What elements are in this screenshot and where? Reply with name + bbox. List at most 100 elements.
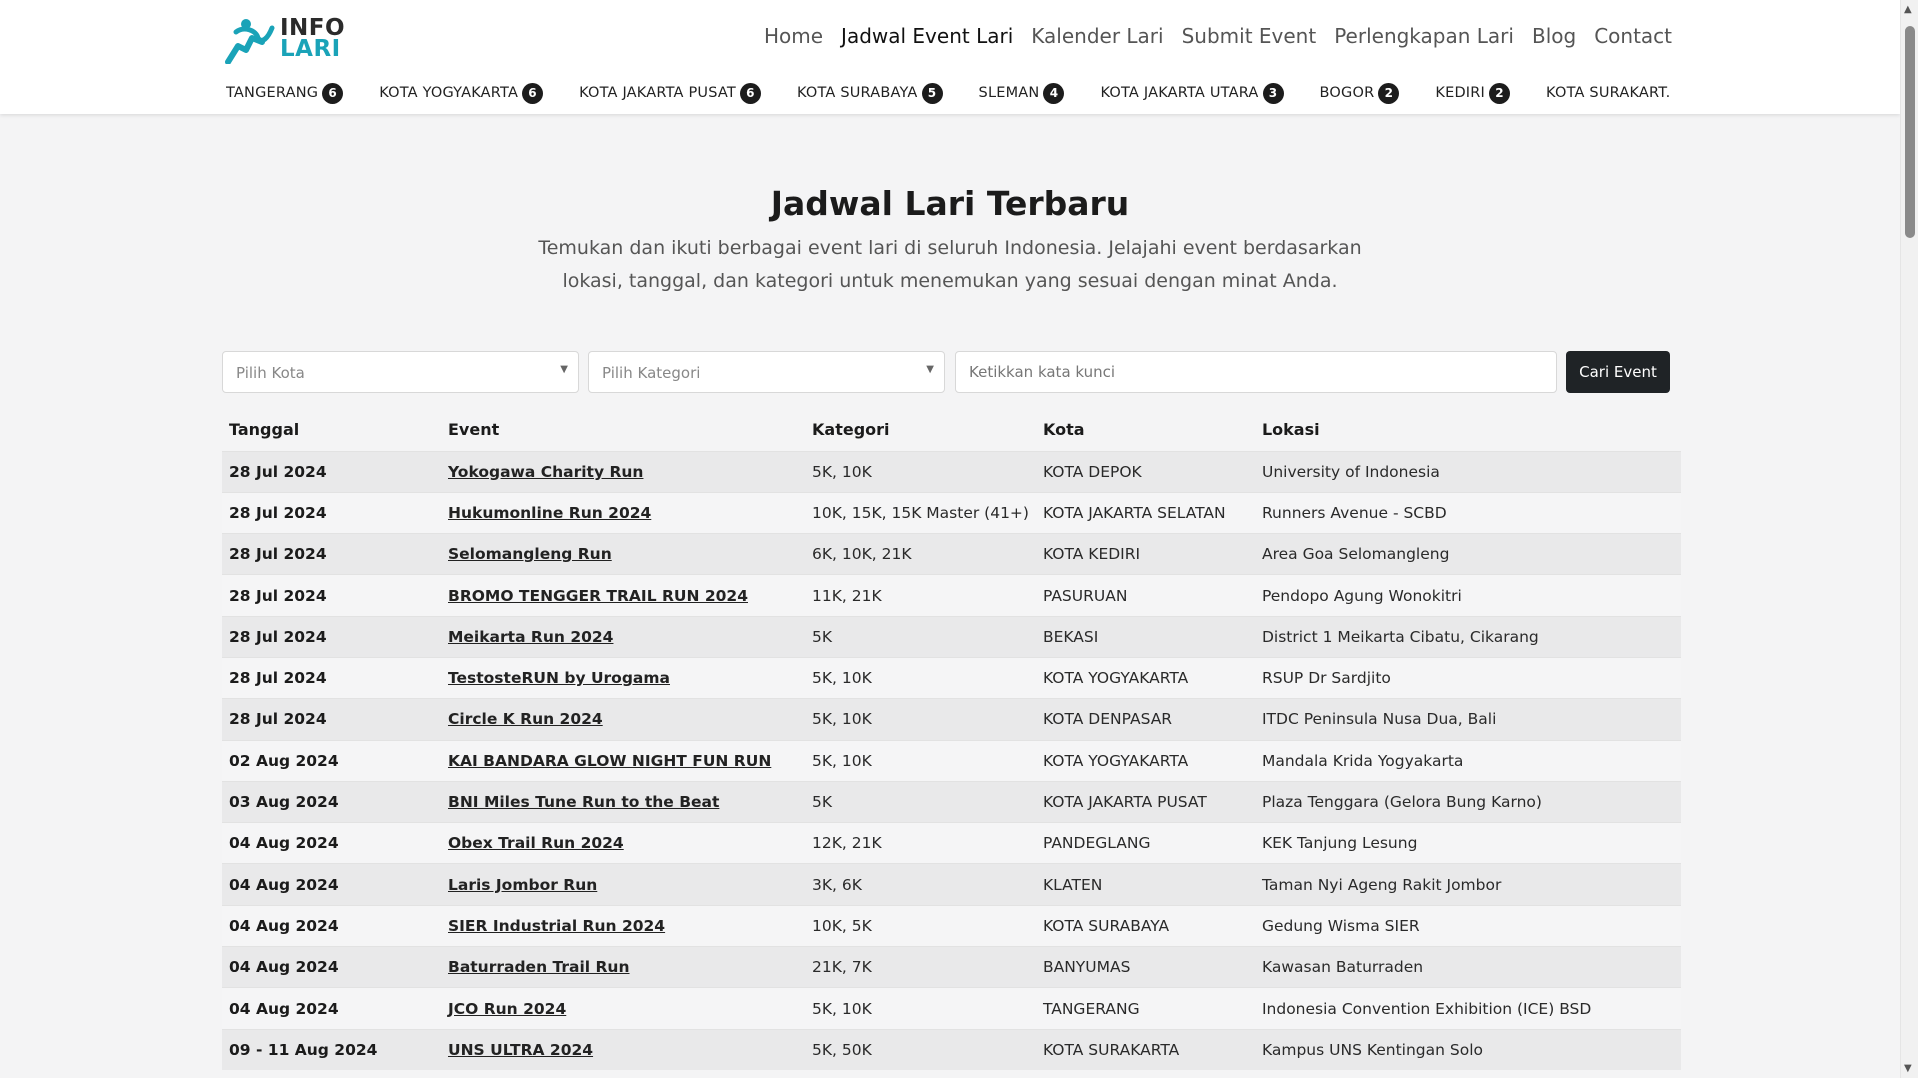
table-row: 04 Aug 2024 JCO Run 2024 5K, 10K TANGERANG I… — [222, 987, 1681, 1030]
event-link[interactable]: Obex Trail Run 2024 — [448, 834, 624, 852]
event-link[interactable]: Hukumonline Run 2024 — [448, 504, 651, 522]
city-link-tangerang[interactable]: TANGERANG 6 — [226, 80, 344, 106]
event-link[interactable]: SIER Industrial Run 2024 — [448, 917, 665, 935]
cell-kota: KOTA YOGYAKARTA — [1035, 739, 1255, 782]
cell-event: Meikarta Run 2024 — [441, 615, 805, 658]
cell-kategori: 10K, 5K — [805, 904, 1036, 947]
event-link[interactable]: Yokogawa Charity Run — [448, 463, 643, 481]
cell-kota: BANYUMAS — [1035, 946, 1255, 988]
scroll-up-arrow-icon[interactable]: ▲ — [1904, 4, 1912, 15]
event-link[interactable]: JCO Run 2024 — [448, 1000, 566, 1018]
event-link[interactable]: Circle K Run 2024 — [448, 710, 603, 728]
cell-kota: KOTA SURABAYA — [1035, 904, 1255, 947]
nav-blog[interactable]: Blog — [1532, 24, 1576, 48]
cell-event: Baturraden Trail Run — [441, 946, 805, 988]
column-header-lokasi[interactable]: Lokasi — [1255, 409, 1681, 451]
cell-tanggal: 28 Jul 2024 — [222, 450, 441, 493]
main-nav: Home Jadwal Event Lari Kalender Lari Sub… — [764, 24, 1672, 48]
column-header-tanggal[interactable]: Tanggal — [222, 409, 441, 451]
city-link-kota-surabaya[interactable]: KOTA SURABAYA 5 — [797, 80, 943, 106]
logo-line-2: LARI — [280, 36, 341, 62]
city-link-kediri[interactable]: KEDIRI 2 — [1435, 80, 1511, 106]
category-select[interactable]: Pilih Kategori ▼ — [588, 351, 945, 393]
nav-home[interactable]: Home — [764, 24, 823, 48]
scroll-down-arrow-icon[interactable]: ▼ — [1904, 1063, 1912, 1074]
cell-lokasi: Taman Nyi Ageng Rakit Jombor — [1254, 863, 1681, 906]
cell-tanggal: 04 Aug 2024 — [222, 946, 441, 988]
page-scrollbar[interactable]: ▲ ▼ — [1900, 0, 1918, 1078]
event-link[interactable]: TestosteRUN by Urogama — [448, 669, 670, 687]
nav-jadwal-event-lari[interactable]: Jadwal Event Lari — [841, 24, 1013, 48]
cell-lokasi: Kampus UNS Kentingan Solo — [1254, 1028, 1681, 1071]
event-link[interactable]: Baturraden Trail Run — [448, 958, 630, 976]
nav-submit-event[interactable]: Submit Event — [1182, 24, 1317, 48]
page-subtitle: Temukan dan ikuti berbagai event lari di… — [538, 237, 1362, 292]
city-name: KOTA JAKARTA UTARA — [1100, 85, 1259, 101]
city-count-badge: 4 — [1043, 82, 1065, 104]
cell-kota: BEKASI — [1035, 615, 1255, 658]
city-count-badge: 6 — [522, 82, 544, 104]
event-link[interactable]: Meikarta Run 2024 — [448, 628, 613, 646]
cell-tanggal: 28 Jul 2024 — [222, 656, 441, 699]
column-header-kota[interactable]: Kota — [1036, 409, 1255, 451]
city-link-kota-jakarta-pusat[interactable]: KOTA JAKARTA PUSAT 6 — [579, 80, 761, 106]
column-header-event[interactable]: Event — [441, 409, 805, 451]
table-row: 03 Aug 2024 BNI Miles Tune Run to the Bea… — [222, 780, 1681, 823]
cell-kota: TANGERANG — [1035, 987, 1255, 1030]
city-count-badge: 6 — [739, 82, 761, 104]
event-link[interactable]: UNS ULTRA 2024 — [448, 1041, 593, 1059]
cell-kategori: 6K, 10K, 21K — [805, 533, 1036, 575]
cell-event: Obex Trail Run 2024 — [441, 822, 805, 864]
search-event-button[interactable]: Cari Event — [1566, 351, 1670, 393]
nav-contact[interactable]: Contact — [1594, 24, 1672, 48]
table-header-row: Tanggal Event Kategori Kota Lokasi — [222, 409, 1681, 451]
event-link[interactable]: Laris Jombor Run — [448, 876, 597, 894]
cell-lokasi: University of Indonesia — [1254, 450, 1681, 493]
chevron-down-icon: ▼ — [560, 364, 568, 375]
city-name: KOTA YOGYAKARTA — [379, 85, 519, 101]
scrollbar-thumb[interactable] — [1905, 26, 1915, 238]
cell-kategori: 5K — [805, 615, 1036, 658]
category-select-placeholder: Pilih Kategori — [602, 364, 701, 382]
cell-event: BNI Miles Tune Run to the Beat — [441, 780, 805, 823]
cell-kategori: 5K, 50K — [805, 1028, 1036, 1071]
cell-lokasi: Gedung Wisma SIER — [1254, 904, 1681, 947]
cell-kota: KOTA SURAKARTA — [1035, 1028, 1255, 1071]
cell-kategori: 11K, 21K — [805, 574, 1036, 617]
city-link-kota-yogyakarta[interactable]: KOTA YOGYAKARTA 6 — [379, 80, 544, 106]
keyword-search-input[interactable] — [955, 351, 1557, 393]
cell-kategori: 5K, 10K — [805, 987, 1036, 1030]
table-row: 28 Jul 2024 TestosteRUN by Urogama 5K, 10K… — [222, 656, 1681, 699]
table-row: 09 - 11 Aug 2024 UNS ULTRA 2024 5K, 50K KOT… — [222, 1028, 1681, 1071]
event-link[interactable]: BROMO TENGGER TRAIL RUN 2024 — [448, 587, 748, 605]
event-link[interactable]: Selomangleng Run — [448, 545, 612, 563]
city-select[interactable]: Pilih Kota ▼ — [222, 351, 579, 393]
column-header-kategori[interactable]: Kategori — [805, 409, 1036, 451]
page-title: Jadwal Lari Terbaru — [770, 184, 1130, 223]
city-link-kota-jakarta-utara[interactable]: KOTA JAKARTA UTARA 3 — [1100, 80, 1284, 106]
city-name: KOTA SURAKART. — [1546, 85, 1671, 101]
cell-lokasi: Kawasan Baturraden — [1254, 946, 1681, 988]
city-count-badge: 6 — [322, 82, 344, 104]
site-logo[interactable]: INFO LARI — [222, 16, 348, 64]
cell-lokasi: ITDC Peninsula Nusa Dua, Bali — [1254, 698, 1681, 741]
cell-tanggal: 04 Aug 2024 — [222, 822, 441, 864]
nav-kalender-lari[interactable]: Kalender Lari — [1031, 24, 1163, 48]
cell-tanggal: 28 Jul 2024 — [222, 533, 441, 575]
city-link-kota-surakarta[interactable]: KOTA SURAKART. — [1546, 80, 1670, 106]
cell-event: Hukumonline Run 2024 — [441, 491, 805, 534]
cell-lokasi: Runners Avenue - SCBD — [1254, 491, 1681, 534]
event-filter-form: Pilih Kota ▼ Pilih Kategori ▼ Cari Event — [222, 351, 1671, 393]
cell-kota: KOTA JAKARTA SELATAN — [1035, 491, 1255, 534]
event-link[interactable]: KAI BANDARA GLOW NIGHT FUN RUN — [448, 752, 771, 770]
cell-event: Selomangleng Run — [441, 533, 805, 575]
nav-perlengkapan-lari[interactable]: Perlengkapan Lari — [1334, 24, 1514, 48]
cell-kota: KOTA DEPOK — [1035, 450, 1255, 493]
cell-tanggal: 28 Jul 2024 — [222, 615, 441, 658]
city-link-bogor[interactable]: BOGOR 2 — [1320, 80, 1400, 106]
event-link[interactable]: BNI Miles Tune Run to the Beat — [448, 793, 719, 811]
cell-lokasi: KEK Tanjung Lesung — [1254, 822, 1681, 864]
city-select-placeholder: Pilih Kota — [236, 364, 305, 382]
city-link-sleman[interactable]: SLEMAN 4 — [979, 80, 1065, 106]
table-row: 28 Jul 2024 Meikarta Run 2024 5K BEKASI Dist… — [222, 615, 1681, 658]
